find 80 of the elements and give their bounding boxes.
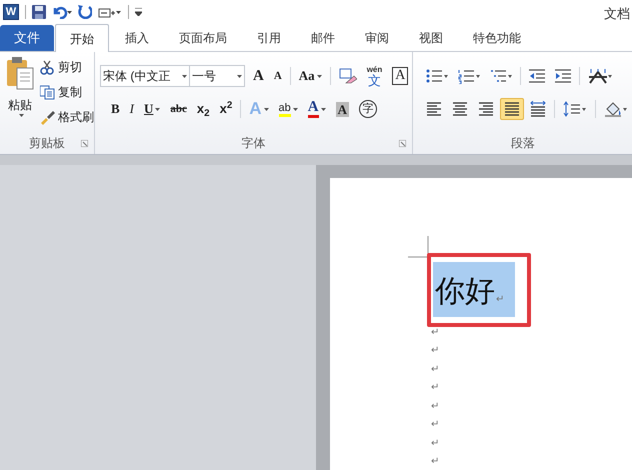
justify-button[interactable] xyxy=(500,98,524,120)
file-tab[interactable]: 文件 xyxy=(0,25,54,51)
window-title: 文档 xyxy=(604,5,630,23)
phonetic-guide-drawing[interactable]: wén 文 xyxy=(366,66,382,86)
change-case-button[interactable]: Aa xyxy=(298,66,315,86)
line-spacing-icon[interactable] xyxy=(563,101,587,117)
ribbon-tab[interactable]: 视图 xyxy=(405,24,457,51)
pinyin-text: wén xyxy=(366,66,382,74)
asian-layout-icon[interactable] xyxy=(588,68,612,84)
toolbar-menu-icon xyxy=(135,8,142,16)
group-label: 字体 xyxy=(242,135,266,152)
decrease-indent-icon[interactable] xyxy=(529,68,545,84)
font-name-field[interactable]: 宋体 (中文正 xyxy=(100,65,190,87)
copy-button[interactable]: 复制 xyxy=(40,82,94,102)
group-label: 段落 xyxy=(511,135,535,152)
align-center-icon xyxy=(452,101,468,117)
font-size-field[interactable]: 一号 xyxy=(190,65,245,87)
word-logo: W xyxy=(3,4,19,20)
clear-format-icon[interactable] xyxy=(338,68,357,84)
paste-button[interactable]: 粘贴 xyxy=(0,52,40,132)
ribbon-tab[interactable]: 邮件 xyxy=(297,24,349,51)
caret-icon xyxy=(155,108,160,110)
dialog-launcher-icon[interactable] xyxy=(81,140,88,147)
bullet-list-icon[interactable] xyxy=(426,68,448,84)
scissors-icon xyxy=(40,60,55,74)
numbered-list-icon[interactable] xyxy=(458,68,480,84)
undo-icon[interactable] xyxy=(52,5,72,19)
paragraph-mark: ↵ xyxy=(431,418,439,432)
character-border-button[interactable]: A xyxy=(392,67,408,85)
brush-icon xyxy=(40,110,55,124)
highlight-button[interactable]: ab xyxy=(278,102,291,116)
crop-mark-icon xyxy=(408,236,429,258)
shrink-font-button[interactable]: A xyxy=(274,68,282,84)
caret-icon xyxy=(18,114,24,117)
ribbon-tab[interactable]: 引用 xyxy=(243,24,295,51)
enclose-character-button[interactable]: 字 xyxy=(359,100,378,118)
superscript-button[interactable]: x$^{2}$ xyxy=(220,99,232,119)
bold-button[interactable]: B xyxy=(111,99,120,119)
align-left-icon xyxy=(426,101,442,117)
dialog-launcher-icon[interactable] xyxy=(399,140,406,147)
grow-font-button[interactable]: A xyxy=(253,64,264,88)
caret-icon xyxy=(316,74,322,78)
distributed-icon xyxy=(530,101,546,117)
paragraph-mark: ↵ xyxy=(431,326,439,340)
caret-icon xyxy=(182,74,187,78)
ribbon-tab[interactable]: 页面布局 xyxy=(165,24,241,51)
clipboard-icon xyxy=(6,56,34,90)
ribbon-tab[interactable]: 开始 xyxy=(55,24,109,52)
strikethrough-button[interactable]: abc xyxy=(170,100,187,118)
font-color-button[interactable]: A xyxy=(308,100,319,118)
character-text: 文 xyxy=(368,74,381,86)
multilevel-list-icon[interactable] xyxy=(490,68,512,84)
paragraph-mark: ↵ xyxy=(431,362,439,377)
paragraph-mark: ↵ xyxy=(431,455,439,470)
justify-icon xyxy=(504,101,520,117)
paragraph-mark: ↵ xyxy=(431,400,439,414)
ribbon-tab[interactable]: 审阅 xyxy=(351,24,403,51)
caret-icon xyxy=(264,108,269,110)
ribbon-tab[interactable]: 特色功能 xyxy=(459,24,535,51)
paragraph-mark: ↵ xyxy=(431,436,439,451)
italic-button[interactable]: I xyxy=(130,99,134,119)
brush-button[interactable]: 格式刷 xyxy=(40,107,94,127)
underline-button[interactable]: U xyxy=(144,99,154,119)
paragraph-mark: ↵ xyxy=(431,381,439,396)
paragraph-mark: ↵ xyxy=(431,344,439,358)
increase-indent-icon[interactable] xyxy=(555,68,571,84)
caret-icon xyxy=(237,74,242,78)
redo-icon[interactable] xyxy=(78,5,92,19)
align-right-icon xyxy=(478,101,494,117)
cut-button[interactable]: 剪切 xyxy=(40,57,94,77)
group-label: 剪贴板 xyxy=(29,135,65,152)
subscript-button[interactable]: x$_{2}$ xyxy=(196,99,210,119)
caret-icon xyxy=(292,108,298,110)
caret-icon xyxy=(320,108,326,110)
save-icon[interactable] xyxy=(32,5,46,19)
paint-bucket-icon[interactable] xyxy=(604,101,628,117)
copy-icon xyxy=(40,84,55,100)
paragraph-text: 你好↵ xyxy=(433,262,515,317)
character-shading-button[interactable]: A xyxy=(336,102,350,116)
ribbon-tab[interactable]: 插入 xyxy=(111,24,163,51)
